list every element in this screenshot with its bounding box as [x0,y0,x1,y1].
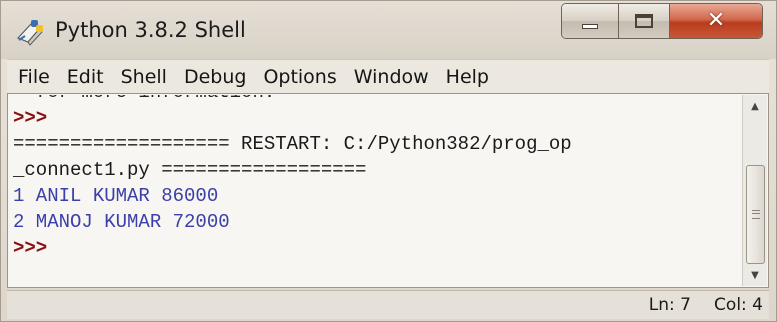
menu-help[interactable]: Help [439,66,496,88]
scroll-thumb[interactable] [746,165,765,264]
scroll-up-icon[interactable]: ▲ [743,95,767,117]
minimize-button[interactable] [562,4,619,38]
line-number: Ln: 7 [648,295,691,315]
menu-shell[interactable]: Shell [114,66,174,88]
menu-debug[interactable]: Debug [177,66,253,88]
shell-text-area[interactable]: for more information. >>> ==============… [9,95,743,286]
window-controls: ✕ [561,3,763,39]
menu-bar: File Edit Shell Debug Options Window Hel… [7,59,769,94]
idle-shell-window: Python 3.8.2 Shell ✕ File Edit Shell Deb… [0,0,777,322]
output-line: 1 ANIL KUMAR 86000 [13,185,219,207]
close-button[interactable]: ✕ [670,4,762,38]
prompt: >>> [13,237,48,259]
shell-editor: for more information. >>> ==============… [7,93,769,288]
maximize-button[interactable] [619,4,670,38]
restart-line: =================== RESTART: C:/Python38… [13,133,572,155]
title-bar[interactable]: Python 3.8.2 Shell ✕ [1,1,776,59]
window-title: Python 3.8.2 Shell [55,18,246,42]
column-number: Col: 4 [714,295,763,315]
prompt: >>> [13,107,48,129]
close-icon: ✕ [706,8,726,33]
vertical-scrollbar[interactable]: ▲ ▼ [742,95,767,286]
scroll-down-icon[interactable]: ▼ [743,264,767,286]
restart-line: _connect1.py ================== [13,159,367,181]
status-bar: Ln: 7 Col: 4 [7,290,769,319]
menu-window[interactable]: Window [347,66,436,88]
menu-options[interactable]: Options [256,66,343,88]
grip-icon [751,210,760,219]
minimize-icon [582,23,598,29]
maximize-icon [635,14,653,28]
clipped-banner-line: for more information. [13,95,275,105]
python-idle-icon [16,20,43,46]
menu-file[interactable]: File [11,66,57,88]
menu-edit[interactable]: Edit [60,66,111,88]
output-line: 2 MANOJ KUMAR 72000 [13,211,230,233]
